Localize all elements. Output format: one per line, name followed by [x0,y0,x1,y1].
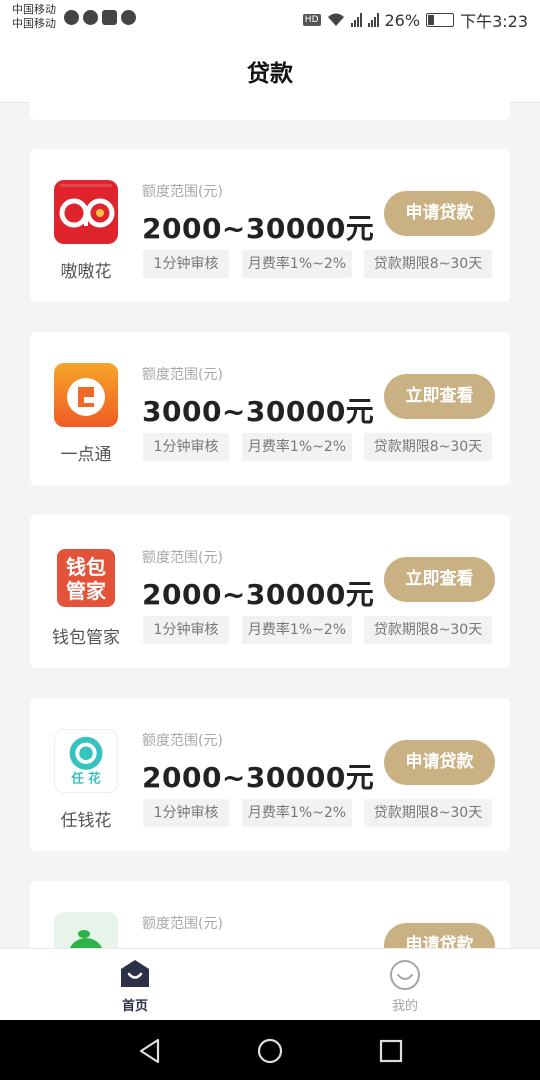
qianbaoguanjia-logo: 钱包 管家 [54,546,118,610]
home-circle-icon[interactable] [256,1037,284,1065]
battery-percent: 26% [384,10,421,30]
system-nav-bar [0,1020,540,1080]
tab-mine[interactable]: 我的 [355,949,455,1021]
signal-2g-icon [367,13,379,27]
apply-button[interactable]: 申请贷款 [384,191,495,236]
tag-review-time: 1分钟审核 [143,799,229,827]
view-button[interactable]: 立即查看 [384,374,495,419]
clock: 下午3:23 [460,12,528,31]
tab-home[interactable]: 首页 [85,949,185,1021]
tab-mine-label: 我的 [391,999,418,1014]
svg-text:钱包: 钱包 [66,555,106,579]
tag-monthly-rate: 月费率1%~2% [242,250,352,278]
view-button[interactable]: 立即查看 [384,557,495,602]
loan-amount: 3000~30000元 [142,395,375,428]
range-label: 额度范围(元) [142,184,223,200]
orange-logo [54,912,118,948]
tag-monthly-rate: 月费率1%~2% [242,616,352,644]
loan-amount: 2000~30000元 [142,761,375,794]
carrier-1: 中国移动 [12,3,56,16]
lender-name: 嗷嗷花 [60,262,112,282]
range-label: 额度范围(元) [142,733,223,749]
loan-card[interactable]: 任 花 任钱花 额度范围(元) 2000~30000元 申请贷款 1分钟审核 月… [30,698,510,851]
apply-button[interactable]: 申请贷款 [384,923,495,948]
loan-card-partial[interactable] [30,102,510,120]
apply-button[interactable]: 申请贷款 [384,740,495,785]
loan-card[interactable]: 一点通 额度范围(元) 3000~30000元 立即查看 1分钟审核 月费率1%… [30,332,510,485]
range-label: 额度范围(元) [142,367,223,383]
tag-loan-term: 贷款期限8~30天 [364,250,492,278]
smile-icon [390,960,420,990]
hd-icon: HD [302,14,321,26]
notification-icon [64,10,79,25]
aohua-logo [54,180,118,244]
loan-amount: 2000~30000元 [142,212,375,245]
renqianhua-logo: 任 花 [54,729,118,793]
message-icon [83,10,98,25]
svg-text:任 花: 任 花 [70,770,101,785]
loan-card[interactable]: 额度范围(元) 申请贷款 [30,881,510,948]
tag-loan-term: 贷款期限8~30天 [364,799,492,827]
back-icon[interactable] [136,1037,164,1065]
app-notification-icon [121,10,136,25]
page-title: 贷款 [247,61,293,87]
range-label: 额度范围(元) [142,916,223,932]
notification-icons [64,10,136,25]
tab-bar: 首页 我的 [0,948,540,1021]
tag-review-time: 1分钟审核 [143,616,229,644]
loan-card[interactable]: 嗷嗷花 额度范围(元) 2000~30000元 申请贷款 1分钟审核 月费率1%… [30,149,510,302]
tab-home-label: 首页 [121,999,148,1014]
recents-icon[interactable] [377,1037,405,1065]
loan-list[interactable]: 嗷嗷花 额度范围(元) 2000~30000元 申请贷款 1分钟审核 月费率1%… [0,102,540,948]
lender-name: 钱包管家 [52,628,120,648]
signal-4g-icon [350,13,362,27]
tag-review-time: 1分钟审核 [143,433,229,461]
home-icon [121,960,149,987]
lender-name: 任钱花 [60,811,112,831]
loan-amount: 2000~30000元 [142,578,375,611]
tag-loan-term: 贷款期限8~30天 [364,433,492,461]
nav-bar: 贷款 [0,36,540,103]
yidiantong-logo [54,363,118,427]
carrier-info: 中国移动 中国移动 [12,3,56,31]
wifi-icon [327,13,344,26]
tag-monthly-rate: 月费率1%~2% [242,799,352,827]
status-right: HD 26% 下午3:23 [302,8,528,32]
lender-name: 一点通 [60,445,112,465]
range-label: 额度范围(元) [142,550,223,566]
battery-icon [426,13,455,27]
carrier-2: 中国移动 [12,17,56,30]
missed-call-icon [102,10,117,25]
tag-review-time: 1分钟审核 [143,250,229,278]
svg-text:管家: 管家 [66,579,107,603]
status-bar: 中国移动 中国移动 HD 26% 下午3:23 [0,0,540,36]
tag-monthly-rate: 月费率1%~2% [242,433,352,461]
tag-loan-term: 贷款期限8~30天 [364,616,492,644]
loan-card[interactable]: 钱包 管家 钱包管家 额度范围(元) 2000~30000元 立即查看 1分钟审… [30,515,510,668]
